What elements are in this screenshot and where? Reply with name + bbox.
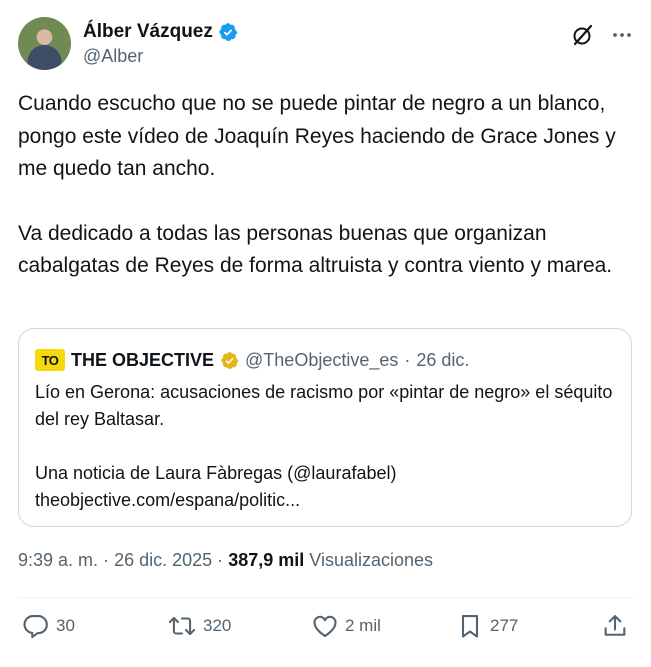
separator-dot: · <box>103 550 110 570</box>
author-name-row: Álber Vázquez <box>83 21 238 43</box>
avatar[interactable] <box>18 17 71 70</box>
quoted-credit: Una noticia de Laura Fàbregas (@laurafab… <box>35 463 397 483</box>
repost-button[interactable]: 320 <box>167 612 231 640</box>
quoted-link[interactable]: theobjective.com/espana/politic... <box>35 490 300 510</box>
repost-count: 320 <box>203 616 232 635</box>
top-actions <box>571 23 633 47</box>
quoted-author-avatar[interactable]: TO <box>35 349 65 371</box>
tweet-meta: 9:39 a. m. · 26 dic. 2025 · 387,9 mil Vi… <box>18 550 433 571</box>
author-name[interactable]: Álber Vázquez <box>83 21 213 43</box>
quoted-tweet-card[interactable]: TO THE OBJECTIVE @TheObjective_es · 26 d… <box>18 328 632 527</box>
quoted-paragraph: Lío en Gerona: acusaciones de racismo po… <box>35 382 613 429</box>
share-icon <box>604 615 626 636</box>
quoted-tweet-text: Lío en Gerona: acusaciones de racismo po… <box>35 379 620 514</box>
author-handle[interactable]: @Alber <box>83 46 143 67</box>
quoted-tweet-date[interactable]: 26 dic. <box>416 350 469 371</box>
views-label: Visualizaciones <box>309 550 434 570</box>
separator-dot: · <box>404 349 411 370</box>
tweet-date[interactable]: 26 dic. 2025 <box>114 550 212 570</box>
reply-icon <box>23 615 48 639</box>
like-icon <box>313 615 337 637</box>
repost-icon <box>168 616 196 636</box>
separator-dot: · <box>217 550 224 570</box>
like-count: 2 mil <box>345 616 381 635</box>
tweet-paragraph: Cuando escucho que no se puede pintar de… <box>18 92 616 180</box>
reply-count: 30 <box>56 616 75 635</box>
grok-icon[interactable] <box>571 23 595 47</box>
action-bar: 30 320 2 mil 277 <box>18 612 633 646</box>
quoted-paragraph: Una noticia de Laura Fàbregas (@laurafab… <box>35 460 620 514</box>
share-button[interactable] <box>601 612 629 640</box>
quoted-author-handle[interactable]: @TheObjective_es <box>245 350 398 371</box>
bookmark-icon <box>461 615 479 638</box>
reply-button[interactable]: 30 <box>22 612 75 640</box>
bookmark-button[interactable]: 277 <box>456 612 518 640</box>
tweet-text: Cuando escucho que no se puede pintar de… <box>18 88 618 283</box>
gold-verified-badge-icon <box>221 351 239 369</box>
tweet: Álber Vázquez @Alber Cuando escucho que … <box>0 0 651 667</box>
quoted-tweet-header: TO THE OBJECTIVE @TheObjective_es · 26 d… <box>35 349 469 371</box>
like-button[interactable]: 2 mil <box>311 612 381 640</box>
verified-badge-icon <box>219 23 238 41</box>
views-count: 387,9 mil <box>228 550 305 570</box>
tweet-time[interactable]: 9:39 a. m. <box>18 550 98 570</box>
tweet-paragraph: Va dedicado a todas las personas buenas … <box>18 221 613 278</box>
more-icon[interactable] <box>611 24 633 46</box>
quoted-author-name[interactable]: THE OBJECTIVE <box>71 350 214 371</box>
tweet-header: Álber Vázquez @Alber <box>18 17 633 71</box>
divider <box>18 597 633 598</box>
bookmark-count: 277 <box>490 616 519 635</box>
